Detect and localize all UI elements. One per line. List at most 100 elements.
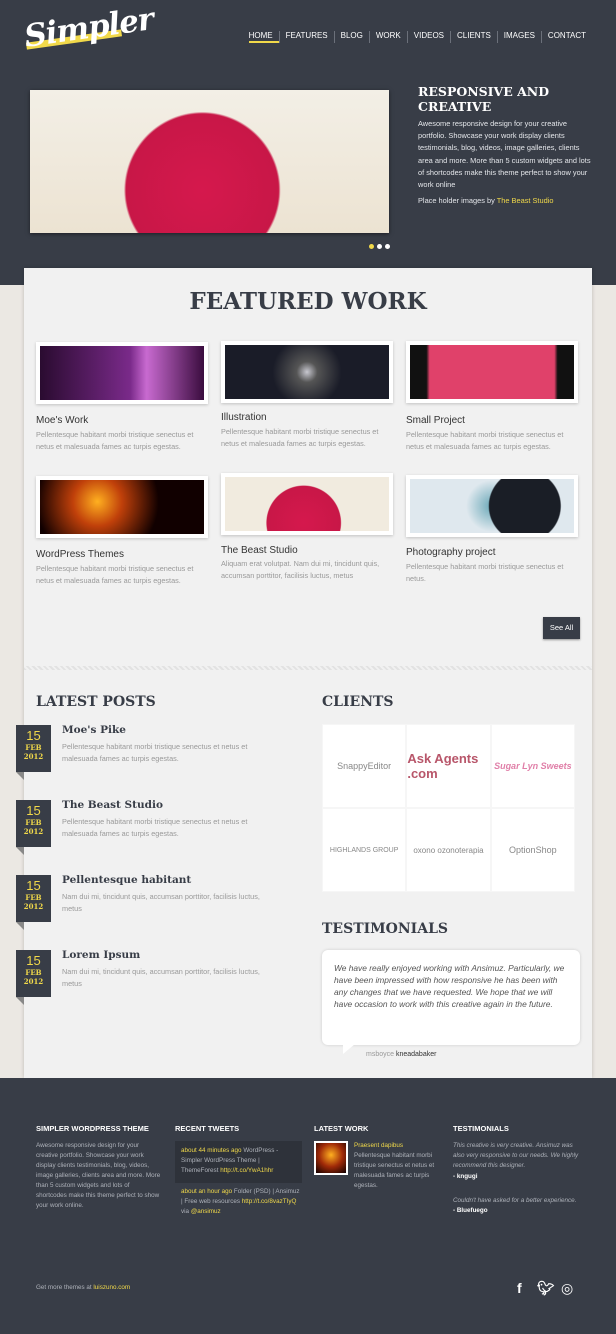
work-title[interactable]: The Beast Studio <box>221 545 393 556</box>
client-logo[interactable]: OptionShop <box>490 808 575 892</box>
tweet-link[interactable]: http://t.co/YwA1hhr <box>220 1167 273 1174</box>
work-title[interactable]: WordPress Themes <box>36 549 208 560</box>
work-desc: Aliquam erat volutpat. Nam dui mi, tinci… <box>221 559 380 580</box>
badge-fold <box>16 922 24 930</box>
nav-home[interactable]: HOME <box>248 31 279 43</box>
work-desc: Pellentesque habitant morbi tristique se… <box>406 562 564 583</box>
date-badge: 15 FEB 2012 <box>16 950 51 997</box>
slider-dot-2[interactable] <box>377 244 382 249</box>
nav-images[interactable]: IMAGES <box>496 31 541 43</box>
tweet-time[interactable]: about 44 minutes ago <box>181 1147 242 1154</box>
tweet: about 44 minutes ago WordPress - Simpler… <box>175 1141 302 1183</box>
twitter-icon[interactable]: 🐦︎ <box>537 1280 555 1297</box>
post-title[interactable]: Pellentesque habitant <box>62 874 191 886</box>
year: 2012 <box>23 752 44 761</box>
nav-videos[interactable]: VIDEOS <box>406 31 450 43</box>
work-desc: Pellentesque habitant morbi tristique se… <box>406 430 564 451</box>
badge-fold <box>16 997 24 1005</box>
hero-title: RESPONSIVE AND CREATIVE <box>418 84 550 114</box>
work-thumb[interactable] <box>36 342 208 404</box>
client-logo[interactable]: Sugar Lyn Sweets <box>490 724 575 808</box>
work-title[interactable]: Small Project <box>406 415 578 426</box>
work-thumb[interactable] <box>406 475 578 537</box>
work-desc: Pellentesque habitant morbi tristique se… <box>221 427 379 448</box>
testimonials-title: TESTIMONIALS <box>322 921 449 937</box>
slider-dot-3[interactable] <box>385 244 390 249</box>
section-divider <box>24 666 592 670</box>
author-link[interactable]: kneadabaker <box>396 1051 436 1058</box>
post-desc: Pellentesque habitant morbi tristique se… <box>62 742 248 763</box>
latest-work-text: Pellentesque habitant morbi tristique se… <box>354 1152 435 1189</box>
post-title[interactable]: Moe's Pike <box>62 724 126 736</box>
year: 2012 <box>23 827 44 836</box>
latest-work-title[interactable]: Praesent dapibus <box>354 1142 403 1149</box>
footer-about-text: Awesome responsive design for your creat… <box>36 1142 161 1209</box>
nav-blog[interactable]: BLOG <box>333 31 369 43</box>
footer-testimonial-author: - kngugi <box>453 1173 478 1180</box>
post-desc: Nam dui mi, tincidunt quis, accumsan por… <box>62 892 260 913</box>
credit-prefix: Place holder images by <box>418 196 497 205</box>
see-all-button[interactable]: See All <box>543 617 580 639</box>
month: FEB <box>25 893 42 902</box>
month: FEB <box>25 818 42 827</box>
tweet-via: via <box>181 1208 191 1215</box>
footer-work-title: LATEST WORK <box>314 1124 369 1133</box>
nav-features[interactable]: FEATURES <box>278 31 334 43</box>
day: 15 <box>26 953 41 968</box>
work-desc: Pellentesque habitant morbi tristique se… <box>36 430 194 451</box>
date-badge: 15 FEB 2012 <box>16 725 51 772</box>
work-thumb[interactable] <box>36 476 208 538</box>
day: 15 <box>26 878 41 893</box>
date-badge: 15 FEB 2012 <box>16 875 51 922</box>
footer-testimonial-quote: This creative is very creative. Ansimuz … <box>453 1142 579 1169</box>
post-title[interactable]: Lorem Ipsum <box>62 949 140 961</box>
day: 15 <box>26 728 41 743</box>
date-badge: 15 FEB 2012 <box>16 800 51 847</box>
day: 15 <box>26 803 41 818</box>
year: 2012 <box>23 902 44 911</box>
badge-fold <box>16 772 24 780</box>
footer-tweets-title: RECENT TWEETS <box>175 1124 240 1133</box>
client-logo[interactable]: Ask Agents .com <box>406 724 491 808</box>
footer-testimonial-quote: Couldn't have asked for a better experie… <box>453 1197 577 1204</box>
tweet-link[interactable]: http://t.co/8vazTIyQ <box>242 1198 297 1205</box>
facebook-icon[interactable]: f <box>517 1280 522 1296</box>
hero-slider-image[interactable] <box>30 90 389 233</box>
work-title[interactable]: Moe's Work <box>36 415 208 426</box>
post-desc: Nam dui mi, tincidunt quis, accumsan por… <box>62 967 260 988</box>
tweet-handle[interactable]: @ansimuz <box>191 1208 221 1215</box>
hero-credit: Place holder images by The Beast Studio <box>418 196 553 205</box>
credit-link[interactable]: luiszuno.com <box>93 1284 130 1291</box>
nav-work[interactable]: WORK <box>368 31 407 43</box>
main-nav: HOME FEATURES BLOG WORK VIDEOS CLIENTS I… <box>248 31 592 43</box>
nav-clients[interactable]: CLIENTS <box>450 31 497 43</box>
work-thumb[interactable] <box>406 341 578 403</box>
post-desc: Pellentesque habitant morbi tristique se… <box>62 817 248 838</box>
author-name: msboyce <box>366 1051 395 1058</box>
credit-link[interactable]: The Beast Studio <box>497 196 554 205</box>
footer-credit: Get more themes at luiszuno.com <box>36 1283 130 1293</box>
client-logo[interactable]: oxono ozonoterapia <box>406 808 491 892</box>
client-logo[interactable]: SnappyEditor <box>322 724 407 808</box>
latest-work-thumb[interactable] <box>314 1141 348 1175</box>
tweet-time[interactable]: about an hour ago <box>181 1188 232 1195</box>
work-thumb[interactable] <box>221 473 393 535</box>
footer-testimonial-author: - Bluefuego <box>453 1207 488 1214</box>
client-logo[interactable]: HIGHLANDS GROUP <box>322 808 407 892</box>
work-desc: Pellentesque habitant morbi tristique se… <box>36 564 194 585</box>
slider-dot-1[interactable] <box>369 244 374 249</box>
credit-prefix: Get more themes at <box>36 1284 94 1291</box>
badge-fold <box>16 847 24 855</box>
footer-about-title: SIMPLER WORDPRESS THEME <box>36 1124 149 1133</box>
clients-title: CLIENTS <box>322 694 394 710</box>
post-title[interactable]: The Beast Studio <box>62 799 163 811</box>
year: 2012 <box>23 977 44 986</box>
work-title[interactable]: Illustration <box>221 412 393 423</box>
dribbble-icon[interactable]: ◎ <box>561 1280 573 1297</box>
nav-contact[interactable]: CONTACT <box>540 31 592 43</box>
testimonial-author: msboyce kneadabaker <box>366 1051 436 1058</box>
work-title[interactable]: Photography project <box>406 547 578 558</box>
work-thumb[interactable] <box>221 341 393 403</box>
latest-work: Praesent dapibus Pellentesque habitant mo… <box>354 1141 440 1191</box>
featured-work-title: FEATURED WORK <box>189 288 427 315</box>
